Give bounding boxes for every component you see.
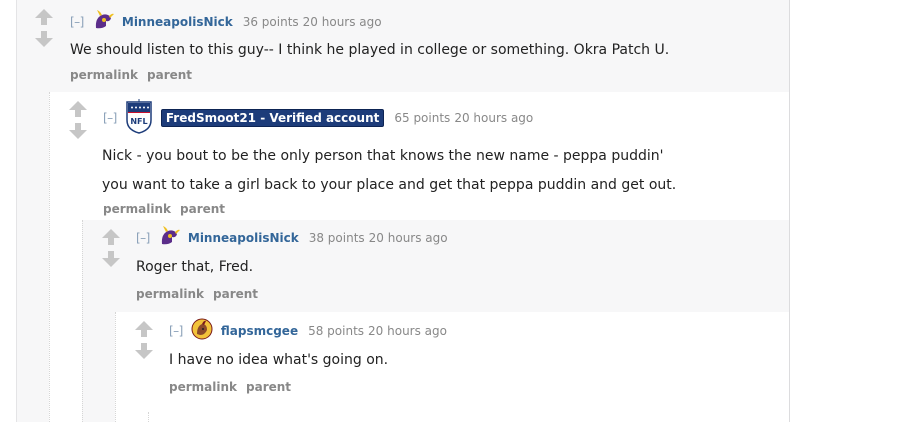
comment-minneapolisnick-2: [–] MinneapolisNick 38 points 20 hours a… [82,220,789,422]
vote-arrows [135,321,155,359]
permalink-link[interactable]: permalink [169,380,237,394]
comment-text-line: We should listen to this guy-- I think h… [70,42,670,58]
vikings-icon [92,10,114,33]
comment-body: I have no idea what's going on. [169,346,388,375]
comment-tagline: [–] NFL FredSmoot21 - Verified account 6… [103,98,533,137]
comment-fredsmoot21: [–] NFL FredSmoot21 - Verified account 6… [49,92,789,422]
comment-body: Roger that, Fred. [136,253,253,282]
upvote-arrow-icon[interactable] [102,229,120,245]
comment-score: 65 points [394,110,451,125]
comment-buttons: permalink parent [169,380,291,394]
nfl-shield-icon: NFL [125,98,153,137]
comment-body: Nick - you bout to be the only person th… [102,142,676,200]
comment-tagline: [–] flapsmcgee 58 points 20 hours ago [169,318,447,343]
comment-age: 20 hours ago [368,230,448,245]
vote-arrows [102,229,122,267]
comment-text-line: Roger that, Fred. [136,259,254,275]
redskins-icon [191,318,213,343]
downvote-arrow-icon[interactable] [35,31,53,47]
collapse-toggle[interactable]: [–] [136,231,150,245]
nfl-shield-text: NFL [130,117,147,126]
comment-minneapolisnick-1: [–] MinneapolisNick 36 points 20 hours a… [17,0,789,422]
author-link[interactable]: MinneapolisNick [188,231,299,245]
parent-link[interactable]: parent [213,287,258,301]
comment-text-line: you want to take a girl back to your pla… [102,177,677,193]
downvote-arrow-icon[interactable] [102,251,120,267]
collapse-toggle[interactable]: [–] [70,15,84,29]
downvote-arrow-icon[interactable] [69,123,87,139]
comment-body: We should listen to this guy-- I think h… [70,36,669,65]
comment-text-line: I have no idea what's going on. [169,352,389,368]
comment-flapsmcgee: [–] flapsmcgee 58 points 20 hours ago I … [115,312,789,422]
author-link-verified[interactable]: FredSmoot21 - Verified account [160,108,385,127]
child-comments-container [148,412,789,422]
vikings-icon [158,226,180,249]
author-link[interactable]: MinneapolisNick [122,15,233,29]
upvote-arrow-icon[interactable] [35,9,53,25]
comment-age: 20 hours ago [454,110,534,125]
comment-text-line: Nick - you bout to be the only person th… [102,148,664,164]
comment-buttons: permalink parent [103,202,225,216]
comment-score: 58 points [308,323,365,338]
downvote-arrow-icon[interactable] [135,343,153,359]
collapse-toggle[interactable]: [–] [169,324,183,338]
comment-age: 20 hours ago [302,14,382,29]
comment-buttons: permalink parent [136,287,258,301]
parent-link[interactable]: parent [246,380,291,394]
comment-age: 20 hours ago [368,323,447,338]
collapse-toggle[interactable]: [–] [103,111,117,125]
permalink-link[interactable]: permalink [70,68,138,82]
upvote-arrow-icon[interactable] [135,321,153,337]
parent-link[interactable]: parent [180,202,225,216]
comment-score: 38 points [308,230,365,245]
vote-arrows [69,101,89,139]
permalink-link[interactable]: permalink [136,287,204,301]
parent-link[interactable]: parent [147,68,192,82]
comment-buttons: permalink parent [70,68,192,82]
vote-arrows [35,9,55,47]
comment-thread: [–] MinneapolisNick 36 points 20 hours a… [16,0,790,422]
author-link[interactable]: flapsmcgee [221,324,298,338]
permalink-link[interactable]: permalink [103,202,171,216]
comment-tagline: [–] MinneapolisNick 36 points 20 hours a… [70,10,382,33]
upvote-arrow-icon[interactable] [69,101,87,117]
comment-tagline: [–] MinneapolisNick 38 points 20 hours a… [136,226,448,249]
comment-score: 36 points [242,14,299,29]
